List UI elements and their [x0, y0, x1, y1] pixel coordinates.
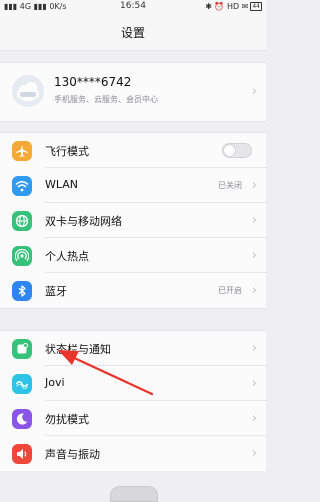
- status-bar-notifications-label: 状态栏与通知: [45, 343, 111, 356]
- wlan-label: WLAN: [45, 178, 79, 191]
- account-subtitle: 手机服务、云服务、会员中心: [54, 95, 158, 104]
- connectivity-group: 飞行模式 WLAN 已关闭 › 双卡与移动网络 › 个人热点 › 蓝牙 已开启 …: [0, 132, 266, 309]
- chevron-right-icon: ›: [251, 248, 257, 263]
- do-not-disturb-row[interactable]: 勿扰模式 ›: [0, 401, 266, 436]
- cloud-avatar-icon: [17, 82, 39, 101]
- status-bar-icon: [12, 339, 32, 359]
- chevron-right-icon: ›: [251, 341, 257, 356]
- jovi-row[interactable]: Jovi ›: [0, 366, 266, 401]
- bluetooth-icon: [12, 281, 32, 301]
- jovi-label: Jovi: [45, 376, 65, 389]
- status-bar-notifications-row[interactable]: 状态栏与通知 ›: [0, 331, 266, 366]
- chevron-right-icon: ›: [251, 376, 257, 391]
- do-not-disturb-label: 勿扰模式: [45, 413, 89, 426]
- chevron-right-icon: ›: [251, 446, 257, 461]
- dual-sim-network-label: 双卡与移动网络: [45, 215, 122, 228]
- airplane-mode-row[interactable]: 飞行模式: [0, 133, 266, 168]
- notifications-group: 状态栏与通知 › Jovi › 勿扰模式 › 声音与振动 ›: [0, 330, 266, 471]
- status-icons: ✱ ⏰ HD ✉ 44: [205, 2, 262, 11]
- jovi-icon: [12, 374, 32, 394]
- globe-icon: [12, 211, 32, 231]
- hotspot-icon: [12, 246, 32, 266]
- account-phone: 130****6742: [54, 75, 132, 89]
- bluetooth-status: 已开启: [218, 286, 242, 295]
- sound-vibration-row[interactable]: 声音与振动 ›: [0, 436, 266, 471]
- navigation-bar: 设置: [0, 14, 266, 51]
- chevron-right-icon: ›: [251, 84, 257, 99]
- hotspot-row[interactable]: 个人热点 ›: [0, 238, 266, 273]
- wifi-icon: [12, 176, 32, 196]
- speaker-icon: [12, 444, 32, 464]
- status-right-text: ✱ ⏰ HD ✉: [205, 2, 249, 11]
- home-bar: [0, 476, 266, 502]
- chevron-right-icon: ›: [251, 213, 257, 228]
- airplane-mode-label: 飞行模式: [45, 145, 89, 158]
- hotspot-label: 个人热点: [45, 250, 89, 263]
- bluetooth-label: 蓝牙: [45, 285, 67, 298]
- chevron-right-icon: ›: [251, 411, 257, 426]
- avatar: [12, 75, 44, 107]
- moon-icon: [12, 409, 32, 429]
- airplane-icon: [12, 141, 32, 161]
- chevron-right-icon: ›: [251, 283, 257, 298]
- sound-vibration-label: 声音与振动: [45, 448, 100, 461]
- dual-sim-network-row[interactable]: 双卡与移动网络 ›: [0, 203, 266, 238]
- status-bar: ▮▮▮ 4G ▮▮▮ 0K/s 16:54 ✱ ⏰ HD ✉ 44: [0, 0, 266, 14]
- page-title: 设置: [120, 26, 145, 40]
- battery-icon: 44: [250, 2, 262, 11]
- airplane-mode-toggle[interactable]: [222, 143, 252, 158]
- bluetooth-row[interactable]: 蓝牙 已开启 ›: [0, 273, 266, 308]
- wlan-row[interactable]: WLAN 已关闭 ›: [0, 168, 266, 203]
- chevron-right-icon: ›: [251, 178, 257, 193]
- wlan-status: 已关闭: [218, 181, 242, 190]
- account-row[interactable]: 130****6742 手机服务、云服务、会员中心 ›: [0, 62, 266, 122]
